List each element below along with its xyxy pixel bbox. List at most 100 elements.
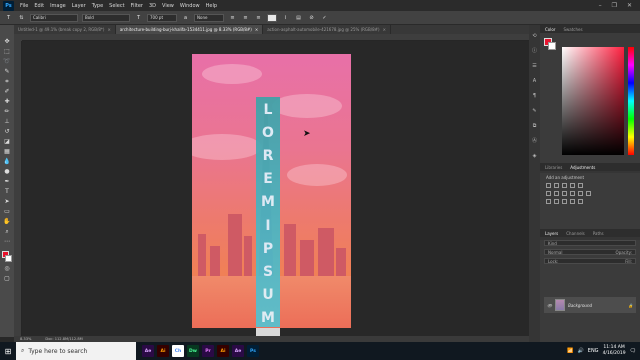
taskbar-app-ae-icon[interactable]: Ae xyxy=(232,345,244,357)
quick-select-tool-icon[interactable]: ✎ xyxy=(2,67,12,76)
close-tab-icon[interactable]: × xyxy=(107,27,110,32)
healing-tool-icon[interactable]: ✚ xyxy=(2,97,12,106)
styles-panel-icon[interactable]: ◈ xyxy=(530,151,540,160)
path-select-tool-icon[interactable]: ➤ xyxy=(2,197,12,206)
levels-icon[interactable] xyxy=(554,183,559,188)
vibrance-icon[interactable] xyxy=(578,183,583,188)
antialias-select[interactable]: None xyxy=(194,13,224,22)
photo-filter-icon[interactable] xyxy=(570,191,575,196)
color-balance-icon[interactable] xyxy=(554,191,559,196)
eyedropper-tool-icon[interactable]: ✐ xyxy=(2,87,12,96)
menu-help[interactable]: Help xyxy=(206,3,217,9)
close-tab-icon[interactable]: × xyxy=(255,27,258,32)
move-tool-icon[interactable]: ✥ xyxy=(2,37,12,46)
windows-start-icon[interactable]: ⊞ xyxy=(0,342,16,360)
gradient-map-icon[interactable] xyxy=(578,199,583,204)
background-color[interactable] xyxy=(5,255,12,262)
zoom-level[interactable]: 8.33% xyxy=(20,337,31,341)
taskbar-search-box[interactable]: ⌕ Type here to search xyxy=(16,342,136,360)
screen-mode-icon[interactable]: ▢ xyxy=(2,274,12,283)
taskbar-app-pr-icon[interactable]: Pr xyxy=(202,345,214,357)
visibility-eye-icon[interactable]: 👁 xyxy=(547,303,552,308)
hand-tool-icon[interactable]: ✋ xyxy=(2,217,12,226)
font-style-select[interactable]: Bold xyxy=(82,13,130,22)
volume-icon[interactable]: 🔊 xyxy=(578,348,584,354)
tab-burj-khalifa[interactable]: architecture-building-burj-khalifa-15344… xyxy=(115,25,264,34)
menu-3d[interactable]: 3D xyxy=(149,3,156,9)
brush-panel-icon[interactable]: ✎ xyxy=(530,106,540,115)
invert-icon[interactable] xyxy=(546,199,551,204)
close-tab-icon[interactable]: × xyxy=(383,27,386,32)
align-right-icon[interactable]: ≡ xyxy=(254,14,263,22)
vertical-ruler[interactable] xyxy=(14,41,22,336)
curves-icon[interactable] xyxy=(562,183,567,188)
threshold-icon[interactable] xyxy=(562,199,567,204)
commit-icon[interactable]: ✓ xyxy=(320,14,329,22)
menu-filter[interactable]: Filter xyxy=(131,3,143,9)
document-canvas[interactable]: L O R E M I P S U M xyxy=(192,54,351,328)
taskbar-app-ae-icon[interactable]: Ae xyxy=(142,345,154,357)
crop-tool-icon[interactable]: ⌗ xyxy=(2,77,12,86)
lasso-tool-icon[interactable]: ➰ xyxy=(2,57,12,66)
color-swatches[interactable] xyxy=(1,251,13,263)
quick-mask-icon[interactable]: ◎ xyxy=(2,264,12,273)
color-lookup-icon[interactable] xyxy=(586,191,591,196)
tab-paths[interactable]: Paths xyxy=(593,231,604,236)
hue-saturation-icon[interactable] xyxy=(546,191,551,196)
vertical-text-layer[interactable]: L O R E M I P S U M xyxy=(256,97,280,327)
blur-tool-icon[interactable]: 💧 xyxy=(2,157,12,166)
warp-text-icon[interactable]: ⌇ xyxy=(281,14,290,22)
font-family-select[interactable]: Calibri xyxy=(30,13,78,22)
character-panel-icon[interactable]: A xyxy=(530,76,540,85)
horizontal-ruler[interactable] xyxy=(22,34,540,41)
menu-window[interactable]: Window xyxy=(180,3,200,9)
more-tools-icon[interactable]: ⋯ xyxy=(2,237,12,246)
align-left-icon[interactable]: ≡ xyxy=(228,14,237,22)
maximize-icon[interactable]: ❐ xyxy=(612,2,617,9)
menu-file[interactable]: File xyxy=(20,3,28,9)
brush-tool-icon[interactable]: ✏ xyxy=(2,107,12,116)
taskbar-app-ai-icon[interactable]: Ai xyxy=(157,345,169,357)
type-tool-icon[interactable]: T xyxy=(2,187,12,196)
blend-mode-select[interactable]: Normal Opacity: xyxy=(544,249,636,255)
tab-asphalt[interactable]: action-asphalt-automobile-421678.jpg @ 2… xyxy=(263,25,391,34)
layer-row-background[interactable]: 👁 Background 🔒 xyxy=(544,297,636,313)
tab-swatches[interactable]: Swatches xyxy=(563,27,582,32)
tab-libraries[interactable]: Libraries xyxy=(545,165,562,170)
black-white-icon[interactable] xyxy=(562,191,567,196)
taskbar-app-ps-icon[interactable]: Ps xyxy=(247,345,259,357)
type-tool-icon[interactable]: T xyxy=(4,14,13,22)
taskbar-app-ai-icon[interactable]: Ai xyxy=(217,345,229,357)
dodge-tool-icon[interactable]: ● xyxy=(2,167,12,176)
orientation-toggle-icon[interactable]: ⇅ xyxy=(17,14,26,22)
tab-color[interactable]: Color xyxy=(545,27,555,32)
menu-select[interactable]: Select xyxy=(109,3,124,9)
pen-tool-icon[interactable]: ✒ xyxy=(2,177,12,186)
info-panel-icon[interactable]: ⓘ xyxy=(530,46,540,55)
eraser-tool-icon[interactable]: ◪ xyxy=(2,137,12,146)
properties-panel-icon[interactable]: ☰ xyxy=(530,61,540,70)
notifications-icon[interactable]: 🗨 xyxy=(630,348,636,354)
history-panel-icon[interactable]: ⟲ xyxy=(530,31,540,40)
clock[interactable]: 11:14 AM 4/16/2019 xyxy=(603,345,626,357)
channel-mixer-icon[interactable] xyxy=(578,191,583,196)
canvas-area[interactable]: L O R E M I P S U M ➤ xyxy=(22,41,540,336)
background-swatch[interactable] xyxy=(548,42,556,50)
language-indicator[interactable]: ENG xyxy=(588,348,599,354)
history-brush-icon[interactable]: ↺ xyxy=(2,127,12,136)
zoom-tool-icon[interactable]: ⌕ xyxy=(2,227,12,236)
font-size-select[interactable]: 700 pt xyxy=(147,13,177,22)
selective-color-icon[interactable] xyxy=(570,199,575,204)
layer-kind-filter[interactable]: Kind xyxy=(544,240,636,246)
character-panel-icon[interactable]: ▤ xyxy=(294,14,303,22)
minimize-icon[interactable]: – xyxy=(599,2,602,9)
hue-slider[interactable] xyxy=(628,47,634,155)
glyphs-panel-icon[interactable]: Ⓐ xyxy=(530,136,540,145)
stamp-tool-icon[interactable]: ⊥ xyxy=(2,117,12,126)
color-picker-field[interactable] xyxy=(562,47,624,155)
taskbar-app-ch-icon[interactable]: Ch xyxy=(172,345,184,357)
tab-layers[interactable]: Layers xyxy=(545,231,558,236)
menu-edit[interactable]: Edit xyxy=(34,3,44,9)
exposure-icon[interactable] xyxy=(570,183,575,188)
menu-view[interactable]: View xyxy=(162,3,174,9)
